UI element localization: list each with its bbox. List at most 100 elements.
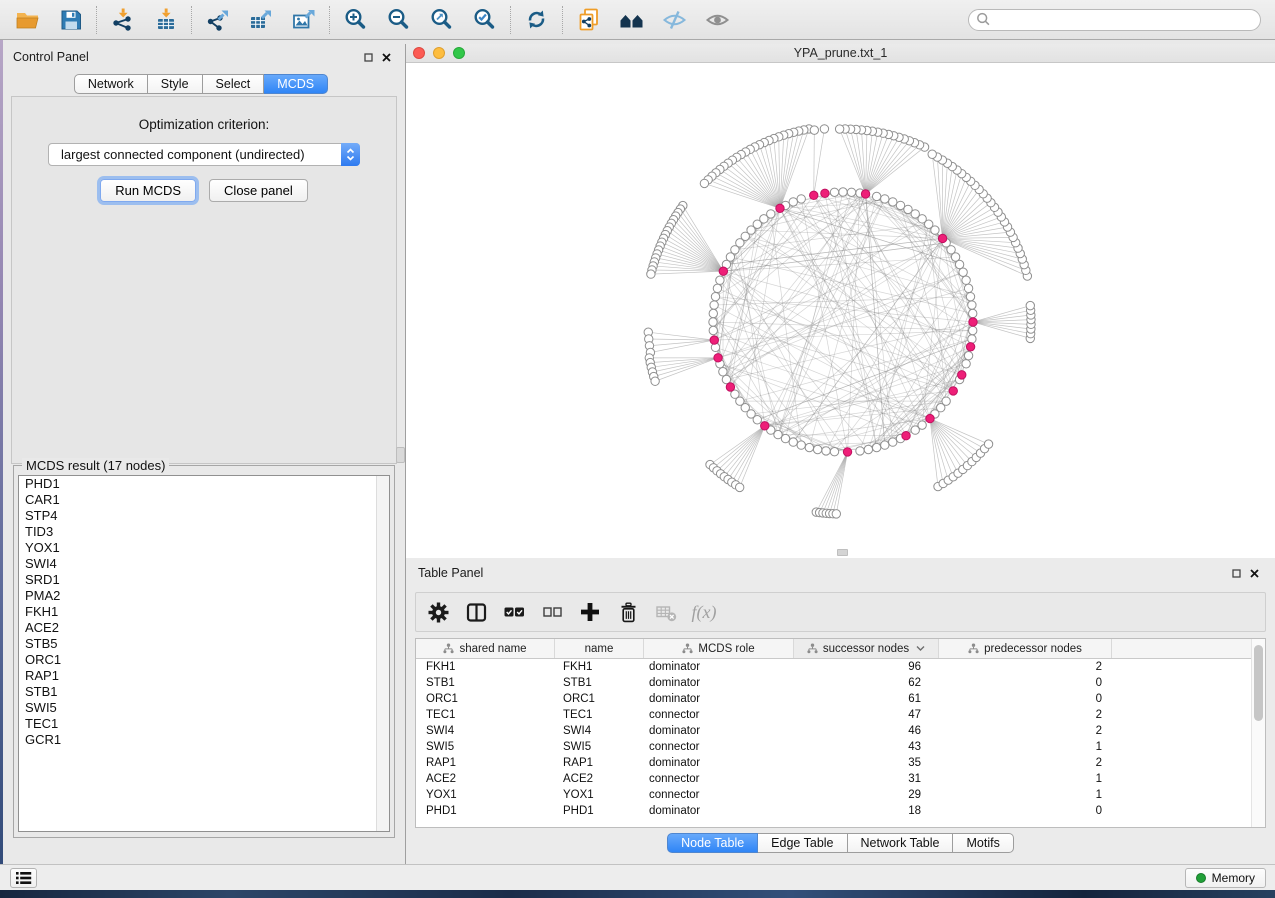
network-window-titlebar[interactable]: YPA_prune.txt_1 (406, 44, 1275, 63)
vertical-splitter-handle[interactable] (396, 447, 405, 463)
table-row[interactable]: YOX1YOX1connector291 (416, 787, 1265, 803)
import-table-button[interactable] (144, 3, 187, 37)
mcds-node[interactable] (719, 267, 727, 275)
table-row[interactable]: PHD1PHD1dominator180 (416, 803, 1265, 819)
network-node[interactable] (710, 301, 718, 309)
mcds-node[interactable] (861, 190, 869, 198)
zoom-in-button[interactable] (334, 3, 377, 37)
table-scrollbar[interactable] (1251, 639, 1265, 827)
show-all-button[interactable] (696, 3, 739, 37)
criterion-select[interactable]: largest connected component (undirected) (48, 143, 360, 166)
network-node[interactable] (719, 368, 727, 376)
save-session-button[interactable] (49, 3, 92, 37)
table-row[interactable]: RAP1RAP1dominator352 (416, 755, 1265, 771)
mcds-result-item[interactable]: STP4 (19, 508, 389, 524)
network-node[interactable] (872, 192, 880, 200)
network-node[interactable] (942, 397, 950, 405)
run-mcds-button[interactable]: Run MCDS (100, 179, 196, 202)
network-graph[interactable] (406, 63, 1275, 558)
mcds-result-item[interactable]: SRD1 (19, 572, 389, 588)
tab-network[interactable]: Network (74, 74, 148, 94)
network-node[interactable] (847, 188, 855, 196)
network-node[interactable] (889, 198, 897, 206)
table-settings-button[interactable] (426, 600, 450, 624)
network-node[interactable] (647, 270, 655, 278)
network-node[interactable] (651, 377, 659, 385)
mcds-result-item[interactable]: ORC1 (19, 652, 389, 668)
table-row[interactable]: SWI4SWI4dominator462 (416, 723, 1265, 739)
mcds-result-item[interactable]: SWI5 (19, 700, 389, 716)
mcds-node[interactable] (761, 422, 769, 430)
column-header-mcds-role[interactable]: MCDS role (644, 639, 794, 658)
network-node[interactable] (968, 335, 976, 343)
network-node[interactable] (896, 201, 904, 209)
network-node[interactable] (789, 198, 797, 206)
function-builder-button-disabled[interactable]: f(x) (692, 600, 716, 624)
mcds-node[interactable] (969, 318, 977, 326)
network-node[interactable] (864, 445, 872, 453)
mcds-node[interactable] (810, 191, 818, 199)
network-node[interactable] (822, 447, 830, 455)
network-node[interactable] (928, 150, 936, 158)
close-panel-button[interactable] (377, 49, 395, 65)
mcds-node[interactable] (714, 354, 722, 362)
import-network-button[interactable] (101, 3, 144, 37)
table-scrollbar-thumb[interactable] (1254, 645, 1263, 721)
select-all-rows-button[interactable] (502, 600, 526, 624)
mcds-result-item[interactable]: STB1 (19, 684, 389, 700)
network-node[interactable] (797, 441, 805, 449)
delete-column-button[interactable] (616, 600, 640, 624)
float-panel-button[interactable] (359, 49, 377, 65)
mcds-node[interactable] (902, 432, 910, 440)
mcds-result-item[interactable]: CAR1 (19, 492, 389, 508)
zoom-selected-button[interactable] (463, 3, 506, 37)
network-node[interactable] (753, 416, 761, 424)
network-node[interactable] (881, 441, 889, 449)
mcds-node[interactable] (958, 371, 966, 379)
network-node[interactable] (968, 301, 976, 309)
mcds-result-list[interactable]: PHD1CAR1STP4TID3YOX1SWI4SRD1PMA2FKH1ACE2… (18, 475, 390, 832)
network-node[interactable] (700, 179, 708, 187)
network-node[interactable] (962, 360, 970, 368)
tab-network-table[interactable]: Network Table (848, 833, 954, 853)
export-image-button[interactable] (282, 3, 325, 37)
network-node[interactable] (709, 326, 717, 334)
mcds-result-item[interactable]: RAP1 (19, 668, 389, 684)
network-node[interactable] (835, 125, 843, 133)
network-node[interactable] (797, 195, 805, 203)
network-node[interactable] (810, 126, 818, 134)
network-node[interactable] (820, 125, 828, 133)
network-node[interactable] (959, 268, 967, 276)
network-node[interactable] (881, 195, 889, 203)
network-node[interactable] (918, 421, 926, 429)
network-node[interactable] (966, 292, 974, 300)
table-row[interactable]: ACE2ACE2connector311 (416, 771, 1265, 787)
create-column-button[interactable] (578, 600, 602, 624)
mcds-result-item[interactable]: YOX1 (19, 540, 389, 556)
mcds-node[interactable] (821, 189, 829, 197)
mcds-result-item[interactable]: ACE2 (19, 620, 389, 636)
export-network-button[interactable] (196, 3, 239, 37)
table-row[interactable]: FKH1FKH1dominator962 (416, 659, 1265, 675)
table-row[interactable]: ORC1ORC1dominator610 (416, 691, 1265, 707)
network-node[interactable] (813, 445, 821, 453)
network-node[interactable] (713, 284, 721, 292)
delete-table-button-disabled[interactable] (654, 600, 678, 624)
tab-mcds[interactable]: MCDS (264, 74, 328, 94)
mcds-result-item[interactable]: STB5 (19, 636, 389, 652)
network-node[interactable] (856, 447, 864, 455)
network-canvas[interactable] (406, 63, 1275, 558)
task-history-button[interactable] (10, 868, 37, 888)
tab-select[interactable]: Select (203, 74, 265, 94)
network-node[interactable] (711, 292, 719, 300)
column-header-successor-nodes[interactable]: successor nodes (794, 639, 939, 658)
network-node[interactable] (805, 443, 813, 451)
mcds-result-item[interactable]: PMA2 (19, 588, 389, 604)
open-file-button[interactable] (6, 3, 49, 37)
mcds-result-item[interactable]: SWI4 (19, 556, 389, 572)
search-box[interactable] (968, 9, 1261, 31)
table-row[interactable]: STB1STB1dominator620 (416, 675, 1265, 691)
tab-motifs[interactable]: Motifs (953, 833, 1013, 853)
mcds-result-item[interactable]: FKH1 (19, 604, 389, 620)
network-node[interactable] (781, 434, 789, 442)
